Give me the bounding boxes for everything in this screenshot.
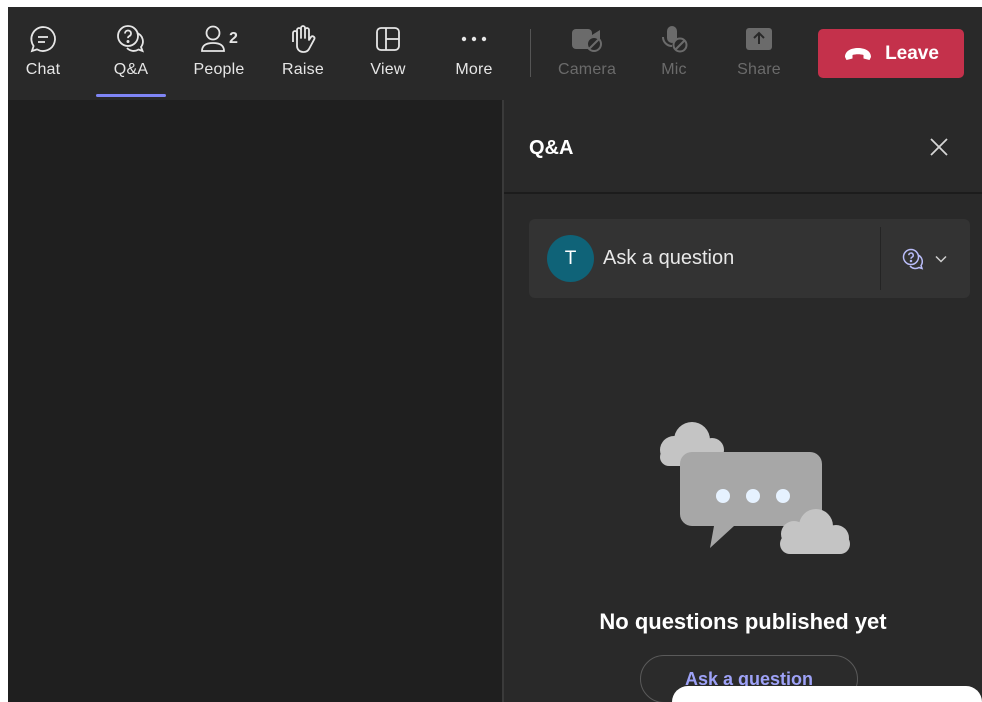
ask-question-input[interactable]: T Ask a question — [529, 219, 970, 298]
panel-header: Q&A — [504, 100, 982, 194]
meeting-toolbar: Chat Q&A 2 People Raise View More Camera… — [8, 7, 982, 100]
chat-icon — [28, 24, 58, 54]
empty-state-message: No questions published yet — [599, 609, 887, 634]
camera-label: Camera — [557, 61, 617, 78]
people-button[interactable]: 2 People — [184, 7, 254, 100]
qa-icon — [902, 248, 924, 270]
qa-icon — [115, 24, 147, 54]
avatar: T — [547, 235, 594, 282]
mic-button[interactable]: Mic — [639, 7, 709, 100]
ask-box-separator — [880, 227, 881, 290]
raise-label: Raise — [282, 61, 324, 78]
leave-button[interactable]: Leave — [818, 29, 964, 78]
people-icon-wrap: 2 — [200, 24, 238, 54]
people-icon — [201, 25, 225, 52]
mic-label: Mic — [661, 61, 687, 78]
leave-label: Leave — [885, 42, 939, 64]
tab-qa[interactable]: Q&A — [96, 7, 166, 100]
hang-up-icon — [845, 47, 872, 60]
raise-hand-icon — [289, 24, 317, 54]
view-grid-icon — [374, 24, 402, 54]
chat-label: Chat — [25, 61, 61, 78]
more-button[interactable]: More — [439, 7, 509, 100]
raise-hand-button[interactable]: Raise — [268, 7, 338, 100]
video-stage — [8, 100, 502, 702]
close-icon — [930, 138, 948, 156]
qa-panel: Q&A T Ask a question No questions publis… — [504, 100, 982, 702]
meeting-window: Chat Q&A 2 People Raise View More Camera… — [8, 7, 982, 702]
people-label: People — [193, 61, 245, 78]
share-label: Share — [737, 61, 781, 78]
mic-off-icon — [659, 24, 689, 54]
people-count: 2 — [229, 30, 238, 47]
panel-title: Q&A — [529, 137, 574, 159]
share-icon — [744, 24, 774, 54]
more-icon — [460, 24, 488, 54]
qa-label: Q&A — [113, 61, 149, 78]
view-label: View — [370, 61, 406, 78]
question-type-dropdown[interactable] — [901, 246, 947, 272]
empty-chat-illustration — [660, 422, 850, 554]
close-button[interactable] — [924, 132, 954, 162]
more-label: More — [455, 61, 493, 78]
chevron-down-icon — [935, 255, 947, 263]
camera-button[interactable]: Camera — [552, 7, 622, 100]
chat-button[interactable]: Chat — [8, 7, 78, 100]
share-button[interactable]: Share — [724, 7, 794, 100]
active-tab-indicator — [96, 94, 166, 97]
view-button[interactable]: View — [353, 7, 423, 100]
camera-off-icon — [570, 24, 604, 54]
toolbar-divider — [530, 29, 531, 77]
ask-question-placeholder: Ask a question — [603, 247, 735, 269]
white-overlay-mark — [672, 686, 982, 702]
